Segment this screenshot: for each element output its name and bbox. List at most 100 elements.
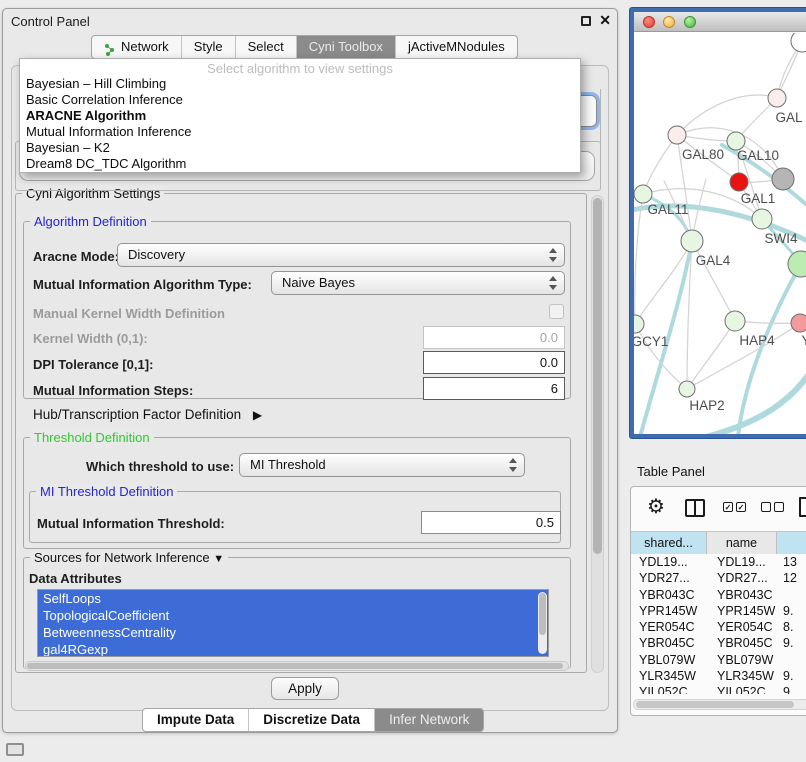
combo-spinner-icon: [509, 458, 517, 472]
tab-infer-network[interactable]: Infer Network: [374, 709, 483, 731]
kernel-width-input[interactable]: 0.0: [423, 326, 565, 349]
dropdown-item[interactable]: Basic Correlation Inference: [20, 92, 580, 108]
mi-steps-input[interactable]: 6: [423, 377, 565, 400]
table-row[interactable]: YER054C YER054C 8.: [631, 619, 806, 635]
network-edge[interactable]: [635, 194, 643, 324]
settings-horizontal-scrollbar[interactable]: [25, 661, 569, 671]
node-label: SWI4: [764, 231, 797, 246]
manual-kernel-checkbox[interactable]: [549, 304, 564, 319]
settings-vertical-scrollbar[interactable]: [591, 195, 604, 673]
network-node[interactable]: [788, 251, 806, 277]
dropdown-item[interactable]: Dream8 DC_TDC Algorithm: [20, 156, 580, 172]
column-header-name[interactable]: name: [707, 532, 777, 554]
cell-name: YBR043C: [717, 587, 777, 603]
scrollbar-thumb[interactable]: [27, 663, 563, 669]
network-node[interactable]: [730, 173, 748, 191]
table-row[interactable]: YBL079W YBL079W: [631, 652, 806, 668]
node-label: GAL4: [696, 253, 731, 268]
dropdown-item[interactable]: Mutual Information Inference: [20, 124, 580, 140]
column-header-shared-name[interactable]: shared...: [631, 532, 707, 554]
network-node[interactable]: [791, 314, 806, 332]
tab-discretize-data[interactable]: Discretize Data: [248, 709, 374, 731]
new-table-icon[interactable]: [799, 497, 806, 517]
tab-style[interactable]: Style: [181, 36, 235, 58]
tab-network-label: Network: [121, 36, 169, 58]
network-node[interactable]: [791, 33, 806, 52]
table-body: YDL19... YDL19... 13 YDR27... YDR27... 1…: [631, 554, 806, 694]
tab-jactivemnodules-label: jActiveMNodules: [408, 36, 505, 58]
close-icon[interactable]: ✕: [599, 12, 611, 29]
table-row[interactable]: YDR27... YDR27... 12: [631, 570, 806, 586]
table-row[interactable]: YBR043C YBR043C: [631, 587, 806, 603]
attribute-item-selected[interactable]: gal4RGexp: [38, 641, 548, 657]
sources-group-title: Sources for Network Inference ▼: [30, 550, 228, 565]
attribute-item-selected[interactable]: TopologicalCoefficient: [38, 607, 548, 624]
table-row[interactable]: YDL19... YDL19... 13: [631, 554, 806, 570]
tab-cyni-toolbox[interactable]: Cyni Toolbox: [296, 36, 395, 58]
network-node[interactable]: [725, 311, 745, 331]
dpi-tolerance-input[interactable]: 0.0: [423, 351, 565, 374]
cell-value: 12: [783, 570, 806, 586]
mi-type-combo[interactable]: Naive Bayes: [271, 271, 565, 295]
minimize-traffic-light[interactable]: [663, 16, 675, 28]
data-attributes-label: Data Attributes: [29, 571, 122, 586]
dpi-tolerance-label: DPI Tolerance [0,1]:: [33, 357, 153, 372]
node-label: GAL1: [741, 191, 776, 206]
mi-type-value: Naive Bayes: [282, 275, 355, 290]
show-columns-icon[interactable]: ✓ ✓: [723, 502, 746, 512]
aracne-mode-combo[interactable]: Discovery: [117, 243, 565, 267]
close-traffic-light[interactable]: [643, 16, 655, 28]
network-node[interactable]: [634, 185, 652, 203]
dropdown-item[interactable]: Bayesian – K2: [20, 140, 580, 156]
dropdown-item[interactable]: Bayesian – Hill Climbing: [20, 76, 580, 92]
table-header-row: shared... name: [631, 531, 806, 553]
network-window-titlebar[interactable]: [634, 12, 806, 32]
hide-columns-icon[interactable]: [761, 502, 784, 512]
unchecked-box-icon: [761, 502, 771, 512]
chevron-down-icon[interactable]: ▼: [213, 553, 224, 565]
table-row[interactable]: YIL052C YIL052C 9: [631, 684, 806, 694]
network-edge[interactable]: [643, 135, 677, 194]
network-svg[interactable]: GALGAL80GAL10GAL1GAL11SWI4GAL4GCY1HAP4YH…: [634, 33, 806, 434]
tab-select[interactable]: Select: [235, 36, 296, 58]
cell-value: 9.: [783, 603, 806, 619]
network-node[interactable]: [679, 381, 695, 397]
attribute-item-selected[interactable]: BetweennessCentrality: [38, 624, 548, 641]
list-vertical-scrollbar[interactable]: [538, 592, 547, 654]
network-edge[interactable]: [687, 321, 735, 389]
cell-shared-name: YPR145W: [639, 603, 703, 619]
gear-icon[interactable]: ⚙: [647, 494, 665, 519]
table-row[interactable]: YPR145W YPR145W 9.: [631, 603, 806, 619]
aracne-mode-label: Aracne Mode:: [33, 249, 119, 264]
column-header-partial[interactable]: [777, 532, 806, 554]
zoom-traffic-light[interactable]: [684, 16, 696, 28]
float-window-icon[interactable]: [581, 16, 591, 26]
control-panel-window: Control Panel ✕ Network Style Select: [2, 8, 618, 733]
mi-threshold-input[interactable]: 0.5: [421, 511, 561, 534]
cell-shared-name: YIL052C: [639, 684, 703, 694]
columns-icon[interactable]: [685, 499, 705, 517]
network-node[interactable]: [681, 230, 703, 252]
table-horizontal-scrollbar[interactable]: [633, 699, 806, 710]
hub-definition-toggle[interactable]: Hub/Transcription Factor Definition ▶: [33, 407, 262, 422]
scrollbar-thumb[interactable]: [593, 198, 602, 554]
table-row[interactable]: YLR345W YLR345W 9.: [631, 668, 806, 684]
scrollbar-thumb[interactable]: [636, 701, 794, 708]
network-node[interactable]: [668, 126, 686, 144]
control-panel-tabbar: Network Style Select Cyni Toolbox jActiv…: [91, 35, 518, 59]
minimized-panel-icon[interactable]: [6, 743, 24, 756]
mi-type-label: Mutual Information Algorithm Type:: [33, 277, 252, 292]
attribute-item-selected[interactable]: SelfLoops: [38, 590, 548, 607]
apply-button[interactable]: Apply: [271, 677, 339, 700]
network-node[interactable]: [634, 315, 644, 333]
network-node[interactable]: [768, 89, 786, 107]
tab-impute-data[interactable]: Impute Data: [143, 709, 248, 731]
tab-jactivemnodules[interactable]: jActiveMNodules: [395, 36, 517, 58]
which-threshold-combo[interactable]: MI Threshold: [239, 453, 525, 477]
dropdown-item[interactable]: ARACNE Algorithm: [20, 108, 580, 124]
network-node[interactable]: [752, 209, 772, 229]
network-node[interactable]: [772, 168, 794, 190]
scrollbar-thumb[interactable]: [539, 593, 546, 635]
table-row[interactable]: YBR045C YBR045C 9.: [631, 635, 806, 651]
tab-network[interactable]: Network: [92, 36, 181, 58]
